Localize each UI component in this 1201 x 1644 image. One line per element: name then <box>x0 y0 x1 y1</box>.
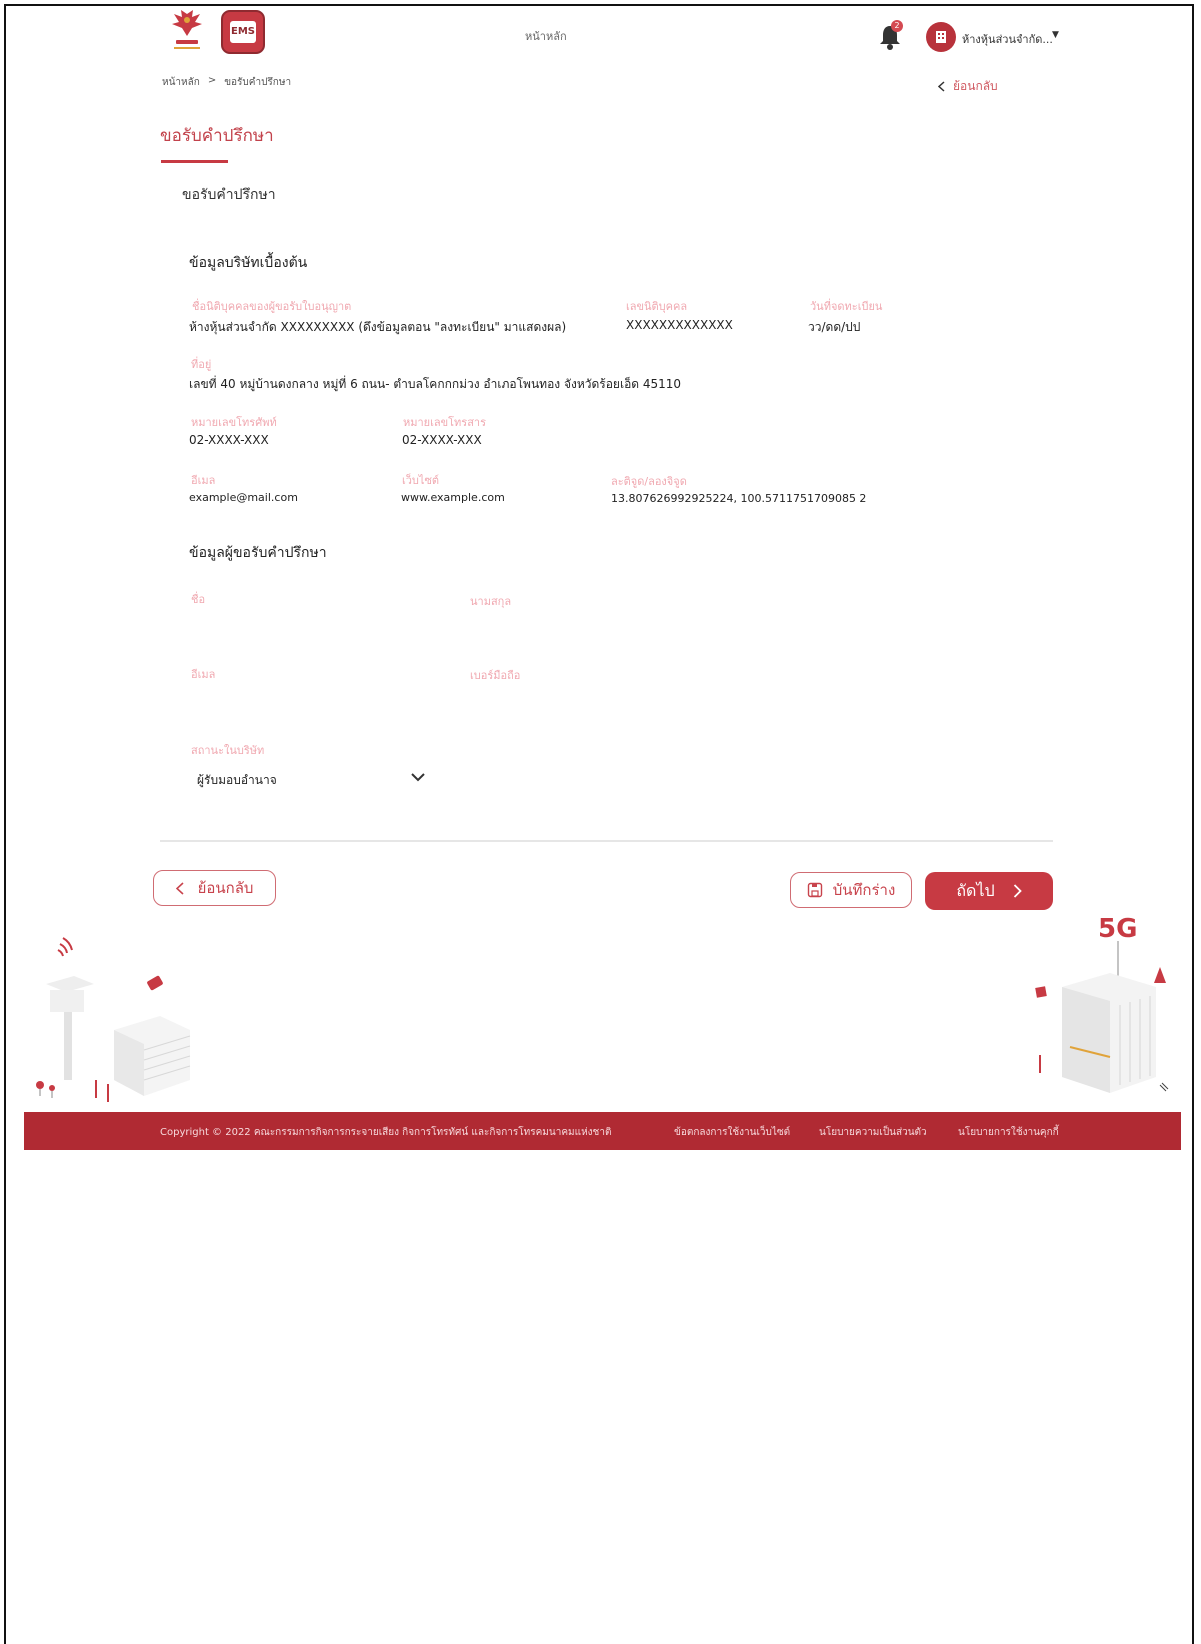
phone-value: 02-XXXX-XXX <box>189 433 269 447</box>
email-value: example@mail.com <box>189 491 298 504</box>
app-logo-text: EMS <box>230 21 256 43</box>
back-button[interactable]: ย้อนกลับ <box>153 870 276 906</box>
footer-privacy-link[interactable]: นโยบายความเป็นส่วนตัว <box>819 1125 927 1140</box>
breadcrumb-current: ขอรับคำปรึกษา <box>224 77 292 88</box>
label-5g: 5G <box>1098 914 1137 944</box>
chevron-left-icon <box>175 881 184 895</box>
tab-consultation[interactable]: ขอรับคำปรึกษา <box>182 184 276 206</box>
save-icon <box>807 882 822 898</box>
website-value: www.example.com <box>401 491 505 504</box>
chevron-left-icon <box>938 81 945 92</box>
last-name-field[interactable]: นามสกุล <box>470 592 511 610</box>
breadcrumb-home[interactable]: หน้าหลัก <box>162 75 200 90</box>
address-value: เลขที่ 40 หมู่บ้านดงกลาง หมู่ที่ 6 ถนน- … <box>189 377 682 391</box>
save-draft-button[interactable]: บันทึกร่าง <box>790 872 912 908</box>
title-underline <box>161 160 228 163</box>
page-title: ขอรับคำปรึกษา <box>160 126 274 146</box>
city-illustration-right: 5G <box>1035 914 1169 1093</box>
company-name-value: ห้างหุ้นส่วนจำกัด XXXXXXXXX (ดึงข้อมูลตอ… <box>189 320 567 334</box>
back-link-label: ย้อนกลับ <box>953 79 998 93</box>
next-button-label: ถัดไป <box>956 880 995 900</box>
section-divider <box>160 840 1053 842</box>
requester-email-field[interactable]: อีเมล <box>191 665 215 683</box>
company-section-heading: ข้อมูลบริษัทเบื้องต้น <box>189 255 308 271</box>
latlng-label: ละติจูด/ลองจิจูด <box>611 475 687 488</box>
latlng-value: 13.807626992925224, 100.5711751709085 2 <box>611 492 867 505</box>
building-icon <box>936 31 946 43</box>
caret-down-icon[interactable]: ▼ <box>1052 30 1059 40</box>
company-name-label: ชื่อนิติบุคคลของผู้ขอรับใบอนุญาต <box>192 300 352 313</box>
user-avatar[interactable] <box>926 22 956 52</box>
save-draft-button-label: บันทึกร่าง <box>832 881 896 899</box>
city-illustration-left <box>36 937 191 1102</box>
chevron-right-icon <box>1013 884 1022 898</box>
status-label: สถานะในบริษัท <box>191 744 265 757</box>
chevron-down-icon[interactable] <box>410 771 426 783</box>
back-button-label: ย้อนกลับ <box>197 879 254 897</box>
app-logo[interactable]: EMS <box>221 10 265 54</box>
fax-value: 02-XXXX-XXX <box>402 433 482 447</box>
email-label: อีเมล <box>191 474 216 487</box>
status-select[interactable]: ผู้รับมอบอำนาจ <box>197 771 277 790</box>
juristic-id-label: เลขนิติบุคคล <box>626 300 688 313</box>
website-label: เว็บไซต์ <box>402 474 440 487</box>
mobile-field[interactable]: เบอร์มือถือ <box>470 666 520 684</box>
address-label: ที่อยู่ <box>191 358 212 371</box>
user-name[interactable]: ห้างหุ้นส่วนจำกัด... <box>962 30 1053 48</box>
notification-badge: 2 <box>891 20 903 32</box>
footer-terms-link[interactable]: ข้อตกลงการใช้งานเว็บไซต์ <box>674 1125 790 1140</box>
registration-date-label: วันที่จดทะเบียน <box>810 300 883 313</box>
footer-copyright: Copyright © 2022 คณะกรรมการกิจการกระจายเ… <box>160 1127 612 1138</box>
garuda-logo-icon <box>172 10 202 49</box>
breadcrumb: หน้าหลัก > ขอรับคำปรึกษา <box>162 75 291 90</box>
fax-label: หมายเลขโทรสาร <box>403 416 487 429</box>
juristic-id-value: XXXXXXXXXXXXX <box>626 318 733 332</box>
nav-home-link[interactable]: หน้าหลัก <box>525 27 567 45</box>
page-frame <box>4 4 1194 1644</box>
footer-cookie-link[interactable]: นโยบายการใช้งานคุกกี้ <box>958 1125 1059 1140</box>
requester-section-heading: ข้อมูลผู้ขอรับคำปรึกษา <box>189 545 327 561</box>
phone-label: หมายเลขโทรศัพท์ <box>191 416 277 429</box>
registration-date-value: วว/ดด/ปป <box>808 320 861 334</box>
first-name-field[interactable]: ชื่อ <box>191 590 205 608</box>
footer: Copyright © 2022 คณะกรรมการกิจการกระจายเ… <box>24 1112 1181 1150</box>
breadcrumb-separator: > <box>207 75 217 86</box>
back-link[interactable]: ย้อนกลับ <box>938 77 998 96</box>
